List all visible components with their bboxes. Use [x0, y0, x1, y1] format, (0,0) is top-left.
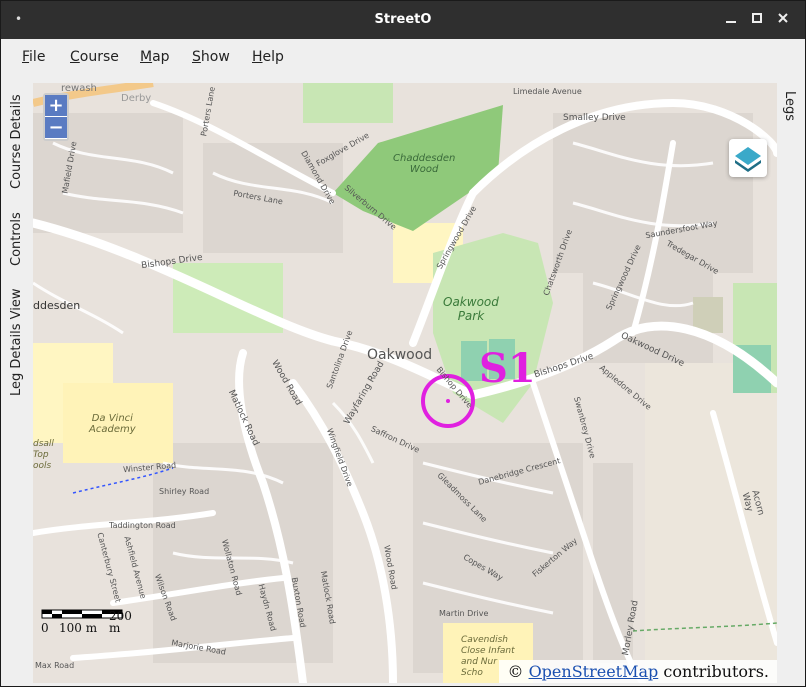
tab-legs[interactable]: Legs [777, 91, 801, 131]
menu-bar: File Course Map Show Help [1, 39, 805, 77]
place-oakwood-park: Oakwood Park [443, 295, 499, 323]
street-smalley-drive: Smalley Drive [563, 113, 626, 123]
menu-file[interactable]: File [22, 49, 45, 65]
zoom-control: + − [43, 93, 69, 141]
tab-leg-details-view-label: Leg Details View [9, 288, 24, 396]
window-title: StreetO [374, 12, 432, 27]
street-taddington-road: Taddington Road [109, 521, 176, 530]
menu-map[interactable]: Map [140, 49, 170, 65]
street-martin-drive: Martin Drive [439, 609, 489, 618]
zoom-out-button[interactable]: − [45, 117, 67, 139]
tab-course-details-label: Course Details [9, 94, 24, 189]
osm-link[interactable]: OpenStreetMap [529, 662, 659, 681]
attribution-suffix: contributors. [658, 662, 769, 681]
minimize-icon[interactable] [721, 10, 741, 30]
street-shirley-road: Shirley Road [159, 487, 210, 496]
start-control-label: S1 [479, 345, 536, 392]
layers-button[interactable] [729, 139, 767, 177]
menu-help[interactable]: Help [252, 49, 284, 65]
scale-bar: 0 100 m 200 m [41, 609, 132, 639]
app-window: • StreetO File Course Map Show Help Cour… [0, 0, 806, 687]
attribution-prefix: © [507, 662, 529, 681]
menu-course[interactable]: Course [70, 49, 119, 65]
scale-unit: m [109, 621, 121, 635]
tab-controls-label: Controls [9, 212, 24, 266]
place-chaddesden-wood: Chaddesden Wood [393, 153, 456, 175]
zoom-in-button[interactable]: + [45, 95, 67, 117]
place-davinci: Da Vinci Academy [89, 413, 136, 435]
tab-leg-details-view[interactable]: Leg Details View [5, 289, 29, 506]
close-icon[interactable] [773, 10, 793, 30]
place-top-schools: dsall Top ools [33, 439, 54, 471]
menu-show[interactable]: Show [192, 49, 230, 65]
place-chaddesden: ddesden [33, 299, 81, 312]
map-view[interactable]: Oakwood Oakwood Park Chaddesden Wood dde… [33, 83, 777, 683]
tab-legs-label: Legs [782, 91, 797, 122]
street-max-road: Max Road [35, 661, 75, 670]
place-derby: Derby [121, 93, 152, 104]
maximize-icon[interactable] [747, 10, 767, 30]
layers-icon [735, 147, 761, 172]
street-limedale-avenue: Limedale Avenue [513, 87, 582, 96]
title-bar: • StreetO [1, 1, 805, 39]
scale-zero: 0 [41, 621, 49, 635]
scale-mid: 100 m [59, 621, 98, 635]
map-attribution: © OpenStreetMap contributors. [499, 660, 777, 683]
